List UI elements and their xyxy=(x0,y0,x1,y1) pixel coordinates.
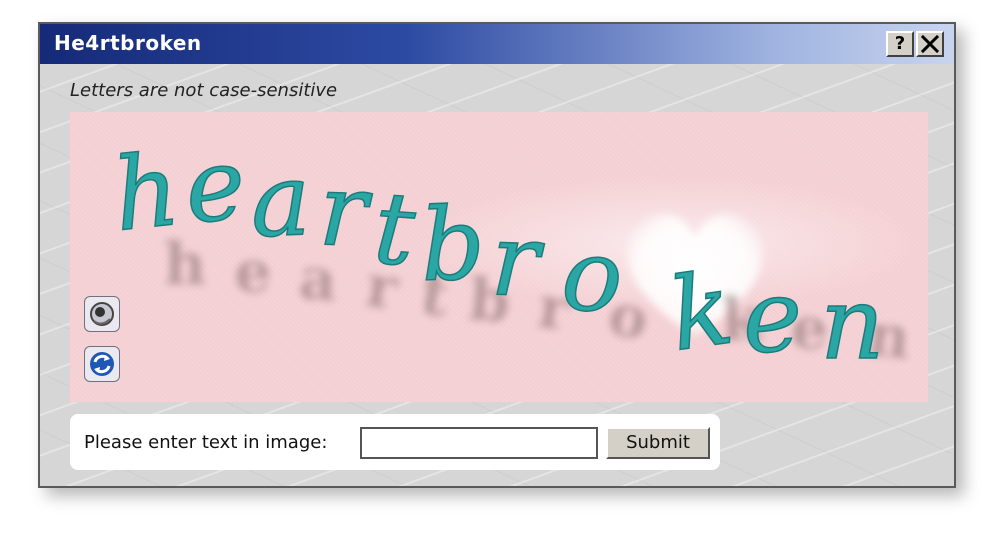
captcha-letter: a xyxy=(249,141,313,260)
captcha-letters: heartbroken he a r t b r o k e n xyxy=(108,124,914,382)
speaker-icon xyxy=(90,302,114,326)
captcha-letter: r xyxy=(317,151,374,270)
captcha-letter: e xyxy=(182,125,249,246)
close-icon xyxy=(920,34,940,54)
case-note: Letters are not case-sensitive xyxy=(70,80,338,101)
captcha-image: heartbroken heartbroken xyxy=(70,112,928,402)
captcha-letter: b xyxy=(419,185,487,304)
captcha-letter: n xyxy=(820,265,884,382)
refresh-button[interactable] xyxy=(84,346,120,382)
dialog-body: Letters are not case-sensitive heart b r… xyxy=(40,64,954,486)
entry-label: Please enter text in image: xyxy=(84,432,328,453)
help-button[interactable]: ? xyxy=(886,31,914,57)
captcha-letter: o xyxy=(558,215,626,336)
submit-button[interactable]: Submit xyxy=(606,427,710,459)
close-button[interactable] xyxy=(916,31,944,57)
window-title: He4rtbroken xyxy=(54,31,202,55)
captcha-input[interactable] xyxy=(360,427,598,459)
captcha-letter: t xyxy=(370,169,419,289)
captcha-letter: h xyxy=(108,131,184,254)
refresh-icon xyxy=(90,352,114,376)
captcha-dialog: He4rtbroken ? Letters are not case-sensi… xyxy=(38,22,956,488)
captcha-letter: r xyxy=(489,201,546,320)
title-bar[interactable]: He4rtbroken ? xyxy=(40,24,954,64)
audio-button[interactable] xyxy=(84,296,120,332)
captcha-letter: e xyxy=(741,257,804,376)
entry-form: Please enter text in image: Submit xyxy=(70,414,720,470)
captcha-letter: k xyxy=(663,249,739,373)
